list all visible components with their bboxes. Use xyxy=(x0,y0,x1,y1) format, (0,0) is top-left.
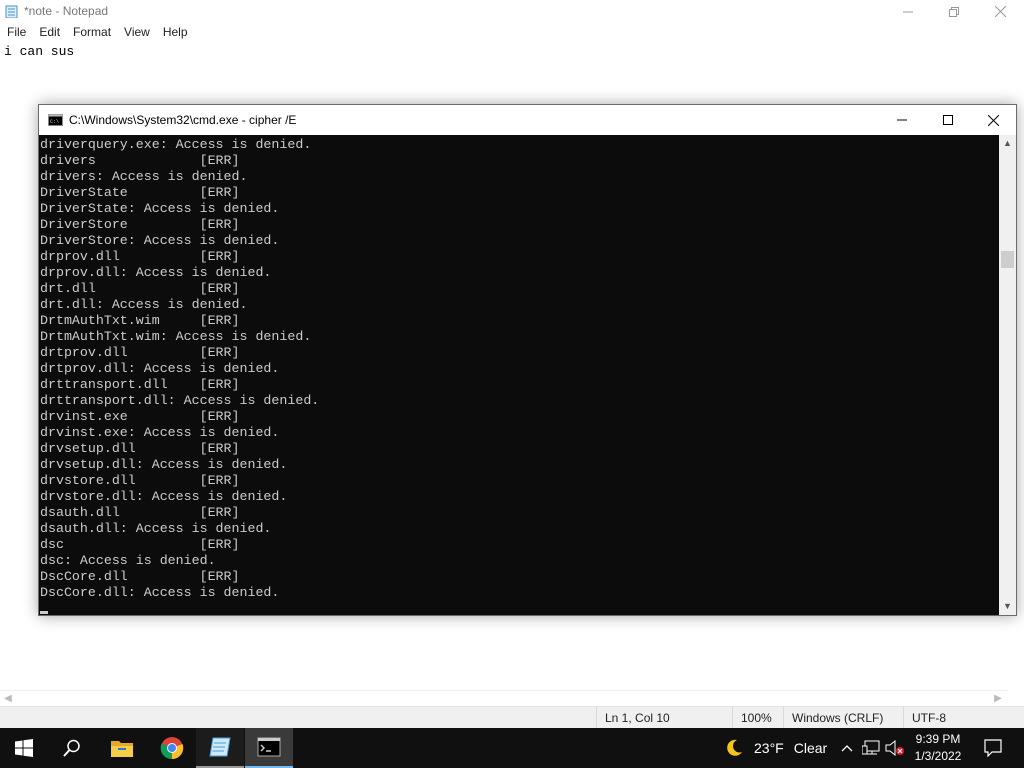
cmd-window: C:\ C:\Windows\System32\cmd.exe - cipher… xyxy=(38,104,1017,616)
menu-view[interactable]: View xyxy=(117,23,156,42)
scroll-right-icon[interactable]: ▶ xyxy=(990,692,1006,706)
minimize-icon xyxy=(897,119,907,121)
console-line: DscCore.dll [ERR] xyxy=(40,569,240,584)
chrome-icon xyxy=(160,737,184,760)
svg-text:C:\: C:\ xyxy=(50,119,59,125)
console-line: drt.dll [ERR] xyxy=(40,281,240,296)
cmd-app-icon: C:\ xyxy=(48,114,63,126)
console-line: drvstore.dll: Access is denied. xyxy=(40,489,288,504)
action-center-button[interactable] xyxy=(976,728,1010,768)
notepad-statusbar: Ln 1, Col 10 100% Windows (CRLF) UTF-8 xyxy=(0,706,1024,729)
weather-condition: Clear xyxy=(793,740,828,756)
console-line: DriverState: Access is denied. xyxy=(40,201,280,216)
windows-icon xyxy=(15,739,33,757)
maximize-icon xyxy=(943,115,953,125)
console-line: dsauth.dll: Access is denied. xyxy=(40,521,272,536)
minimize-button[interactable] xyxy=(885,0,931,23)
cmd-close-button[interactable] xyxy=(970,105,1016,135)
chevron-up-icon xyxy=(841,745,853,752)
notepad-title: *note - Notepad xyxy=(24,4,109,18)
volume-button[interactable] xyxy=(884,728,906,768)
console-line: dsc: Access is denied. xyxy=(40,553,216,568)
menu-file[interactable]: File xyxy=(0,23,32,42)
close-button[interactable] xyxy=(977,0,1023,23)
console-line: drivers: Access is denied. xyxy=(40,169,248,184)
minimize-icon xyxy=(903,11,913,12)
weather-temperature: 23°F xyxy=(754,740,784,756)
line-ending: Windows (CRLF) xyxy=(783,707,903,729)
console-line: drvinst.exe [ERR] xyxy=(40,409,240,424)
file-explorer-icon xyxy=(111,741,133,757)
menu-format[interactable]: Format xyxy=(66,23,117,42)
console-line: drvstore.dll [ERR] xyxy=(40,473,240,488)
console-line: DriverState [ERR] xyxy=(40,185,240,200)
cursor-position: Ln 1, Col 10 xyxy=(596,707,732,729)
console-line: DscCore.dll: Access is denied. xyxy=(40,585,280,600)
chrome-button[interactable] xyxy=(148,728,196,768)
console-line: drttransport.dll [ERR] xyxy=(40,377,240,392)
console-line: drtprov.dll [ERR] xyxy=(40,345,240,360)
console-line: drprov.dll: Access is denied. xyxy=(40,265,272,280)
menu-edit[interactable]: Edit xyxy=(32,23,66,42)
cmd-titlebar[interactable]: C:\ C:\Windows\System32\cmd.exe - cipher… xyxy=(39,105,1016,135)
cmd-vertical-scrollbar[interactable]: ▲ ▼ xyxy=(999,135,1016,615)
restore-icon xyxy=(949,6,959,17)
encoding: UTF-8 xyxy=(903,707,1024,729)
notification-icon xyxy=(984,739,1002,757)
notepad-app-icon xyxy=(5,5,18,18)
console-line: drivers [ERR] xyxy=(40,153,240,168)
notepad-taskbar-button[interactable] xyxy=(196,728,244,768)
scroll-down-icon[interactable]: ▼ xyxy=(999,598,1016,615)
cmd-taskbar-button[interactable] xyxy=(245,728,293,768)
notepad-titlebar[interactable]: *note - Notepad xyxy=(0,0,1024,23)
console-line: drvinst.exe: Access is denied. xyxy=(40,425,280,440)
console-line: DrtmAuthTxt.wim: Access is denied. xyxy=(40,329,312,344)
text-cursor xyxy=(40,611,48,614)
notepad-horizontal-scrollbar[interactable]: ◀ ▶ xyxy=(0,690,1008,706)
console-line: drt.dll: Access is denied. xyxy=(40,297,248,312)
network-icon xyxy=(862,740,880,755)
show-hidden-icons-button[interactable] xyxy=(838,728,856,768)
restore-button[interactable] xyxy=(931,0,977,23)
volume-muted-icon xyxy=(885,740,904,756)
search-icon xyxy=(63,739,80,757)
network-button[interactable] xyxy=(860,728,882,768)
console-line: drttransport.dll: Access is denied. xyxy=(40,393,320,408)
console-line: dsauth.dll [ERR] xyxy=(40,505,240,520)
cmd-console[interactable]: driverquery.exe: Access is denied. driver… xyxy=(39,135,999,615)
close-icon xyxy=(994,6,1006,17)
scroll-left-icon[interactable]: ◀ xyxy=(0,692,16,706)
notepad-icon xyxy=(209,737,231,757)
scroll-thumb[interactable] xyxy=(1001,251,1014,268)
console-output: driverquery.exe: Access is denied. driver… xyxy=(39,137,319,601)
close-icon xyxy=(987,114,999,126)
console-line: dsc [ERR] xyxy=(40,537,240,552)
console-line: DrtmAuthTxt.wim [ERR] xyxy=(40,313,240,328)
cmd-icon xyxy=(257,737,281,757)
console-line: DriverStore [ERR] xyxy=(40,217,240,232)
start-button[interactable] xyxy=(0,728,48,768)
console-line: driverquery.exe: Access is denied. xyxy=(40,137,312,152)
clock-date: 1/3/2022 xyxy=(914,749,962,763)
console-line: DriverStore: Access is denied. xyxy=(40,233,280,248)
cmd-minimize-button[interactable] xyxy=(879,105,925,135)
taskbar: 23°F Clear 9:39 PM 1/3/2022 xyxy=(0,728,1024,768)
console-line: drvsetup.dll [ERR] xyxy=(40,441,240,456)
file-explorer-button[interactable] xyxy=(98,728,146,768)
console-line: drtprov.dll: Access is denied. xyxy=(40,361,280,376)
search-button[interactable] xyxy=(48,728,96,768)
clock-time: 9:39 PM xyxy=(915,732,961,746)
console-line: drvsetup.dll: Access is denied. xyxy=(40,457,288,472)
moon-icon xyxy=(727,739,742,756)
console-line: drprov.dll [ERR] xyxy=(40,249,240,264)
menu-help[interactable]: Help xyxy=(156,23,194,42)
notepad-menubar: File Edit Format View Help xyxy=(0,23,1024,42)
weather-widget[interactable]: 23°F Clear xyxy=(724,728,827,768)
zoom-level: 100% xyxy=(732,707,783,729)
cmd-title: C:\Windows\System32\cmd.exe - cipher /E xyxy=(69,113,297,127)
scroll-up-icon[interactable]: ▲ xyxy=(999,135,1016,152)
cmd-maximize-button[interactable] xyxy=(925,105,971,135)
taskbar-clock[interactable]: 9:39 PM 1/3/2022 xyxy=(906,731,970,765)
